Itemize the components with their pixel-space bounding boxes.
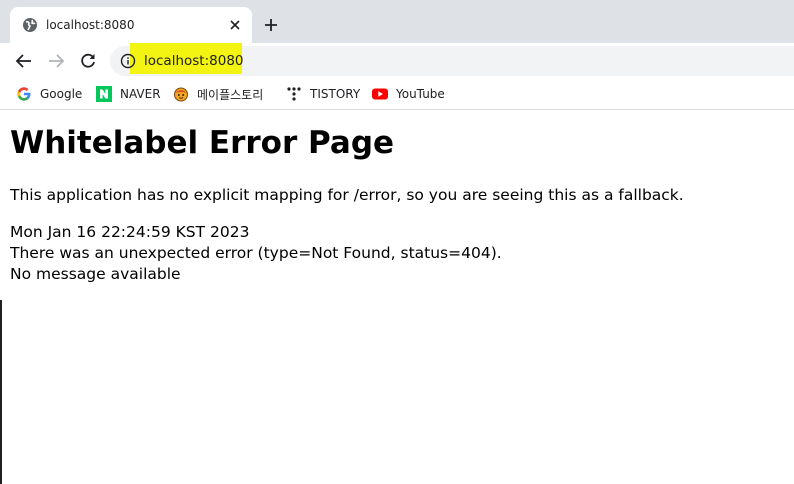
bookmark-naver[interactable]: NAVER	[96, 84, 161, 104]
error-detail: There was an unexpected error (type=Not …	[10, 244, 502, 262]
bookmark-maplestory[interactable]: 메이플스토리	[173, 84, 263, 104]
window-edge	[0, 300, 2, 484]
youtube-icon	[372, 86, 388, 102]
maplestory-icon	[173, 86, 189, 102]
close-icon[interactable]	[226, 16, 244, 34]
tab-strip: localhost:8080	[0, 0, 794, 43]
bookmark-label: YouTube	[396, 87, 445, 101]
tistory-icon	[286, 86, 302, 102]
bookmark-label: TISTORY	[310, 87, 361, 101]
url-text: localhost:8080	[144, 53, 244, 69]
forward-button[interactable]	[46, 51, 66, 71]
bookmark-label: 메이플스토리	[197, 87, 264, 102]
bookmark-label: Google	[40, 87, 83, 101]
bookmark-tistory[interactable]: TISTORY	[286, 84, 360, 104]
bookmark-google[interactable]: Google	[16, 84, 82, 104]
info-icon[interactable]	[120, 53, 136, 69]
address-bar[interactable]: localhost:8080	[110, 43, 794, 76]
browser-toolbar: localhost:8080	[0, 43, 794, 78]
error-timestamp: Mon Jan 16 22:24:59 KST 2023	[10, 223, 250, 241]
naver-icon	[96, 86, 112, 102]
google-icon	[16, 86, 32, 102]
bookmark-youtube[interactable]: YouTube	[372, 84, 445, 104]
error-description: This application has no explicit mapping…	[10, 186, 684, 204]
new-tab-button[interactable]	[261, 15, 281, 35]
globe-icon	[22, 17, 38, 33]
bookmark-label: NAVER	[120, 87, 161, 101]
page-title: Whitelabel Error Page	[10, 125, 395, 161]
error-message: No message available	[10, 265, 181, 283]
reload-button[interactable]	[78, 51, 98, 71]
tab-title: localhost:8080	[46, 18, 135, 32]
back-button[interactable]	[14, 51, 34, 71]
tab-localhost[interactable]: localhost:8080	[10, 7, 252, 43]
bookmarks-bar: Google NAVER 메이플스토리 TISTORY YouTube	[0, 78, 794, 110]
